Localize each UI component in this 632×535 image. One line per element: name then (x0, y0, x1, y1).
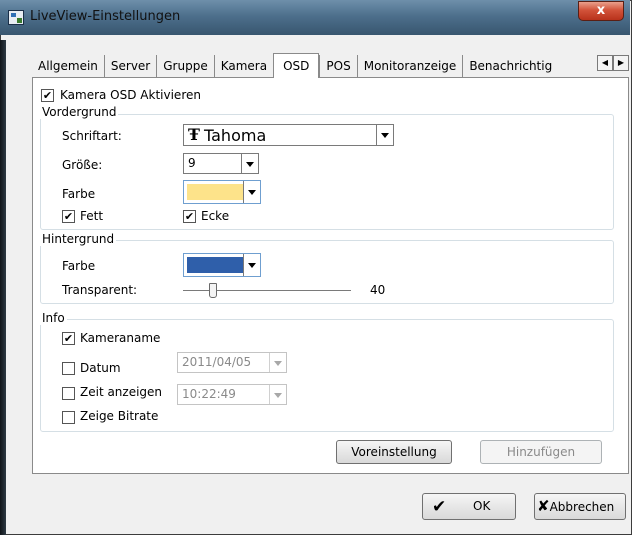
date-select-value: 2011/04/05 (182, 355, 252, 369)
tab-pos[interactable]: POS (319, 55, 356, 77)
time-select-value: 10:22:49 (182, 387, 236, 401)
font-select[interactable]: Ŧ Tahoma (183, 124, 394, 146)
corner-label: Ecke (201, 209, 230, 223)
bitrate-label: Zeige Bitrate (80, 409, 159, 423)
truetype-font-icon: Ŧ (188, 125, 200, 144)
bg-color-label: Farbe (62, 259, 96, 273)
chevron-down-icon[interactable] (241, 154, 258, 173)
background-app-edge (0, 40, 6, 535)
date-select[interactable]: 2011/04/05 (177, 352, 287, 373)
transparency-slider-track[interactable] (183, 290, 351, 291)
tab-gruppe[interactable]: Gruppe (156, 55, 213, 77)
chevron-down-icon[interactable] (269, 353, 286, 372)
bold-checkbox[interactable]: ✔ (62, 210, 75, 223)
size-label: Größe: (62, 158, 103, 172)
tab-benachrichtig[interactable]: Benachrichtig (462, 55, 559, 77)
size-select-value: 9 (188, 156, 196, 170)
size-select[interactable]: 9 (183, 153, 259, 174)
enable-osd-checkbox[interactable]: ✔ (41, 89, 54, 102)
chevron-down-icon[interactable] (376, 125, 393, 145)
tab-allgemein[interactable]: Allgemein (32, 55, 104, 77)
chevron-down-icon[interactable] (243, 181, 260, 203)
fg-color-swatch (187, 184, 243, 200)
checkmark-icon: ✔ (432, 497, 447, 517)
time-label: Zeit anzeigen (80, 385, 163, 399)
corner-checkbox[interactable]: ✔ (183, 210, 196, 223)
tab-scroll-left-icon[interactable]: ◀ (597, 55, 613, 71)
camera-name-checkbox[interactable]: ✔ (62, 332, 75, 345)
fg-color-label: Farbe (62, 187, 96, 201)
chevron-down-icon[interactable] (269, 385, 286, 404)
cancel-button[interactable]: ✘Abbrechen (534, 493, 626, 520)
foreground-group-title: Vordergrund (40, 105, 119, 119)
close-button[interactable]: x (578, 1, 624, 21)
tab-strip: Allgemein Server Gruppe Kamera OSD POS Monitor… (32, 53, 559, 78)
time-checkbox[interactable] (62, 387, 75, 400)
info-group-title: Info (40, 311, 67, 325)
fg-color-picker[interactable] (183, 180, 261, 204)
default-settings-button[interactable]: Voreinstellung (336, 440, 452, 464)
cancel-x-icon: ✘ (537, 497, 550, 515)
title-bar[interactable]: LiveView-Einstellungen x (0, 0, 630, 35)
add-button[interactable]: Hinzufügen (480, 440, 602, 464)
bitrate-checkbox[interactable] (62, 411, 75, 424)
date-checkbox[interactable] (62, 362, 75, 375)
transparency-slider-thumb[interactable] (209, 283, 218, 298)
tab-kamera[interactable]: Kamera (213, 55, 273, 77)
background-group-title: Hintergrund (40, 232, 117, 246)
tab-server[interactable]: Server (103, 55, 156, 77)
tab-osd[interactable]: OSD (273, 53, 320, 78)
bg-color-picker[interactable] (183, 253, 261, 277)
ok-button-label: OK (473, 499, 491, 513)
chevron-down-icon[interactable] (243, 254, 260, 276)
bold-label: Fett (80, 209, 104, 223)
transparent-label: Transparent: (62, 283, 138, 297)
date-label: Datum (80, 361, 121, 375)
bg-color-swatch (187, 257, 243, 273)
window-title: LiveView-Einstellungen (30, 9, 181, 24)
time-select[interactable]: 10:22:49 (177, 384, 287, 405)
app-icon (8, 10, 24, 25)
camera-name-label: Kameraname (80, 331, 161, 345)
font-label: Schriftart: (62, 129, 122, 143)
transparency-value: 40 (370, 283, 386, 297)
tab-monitoranzeige[interactable]: Monitoranzeige (356, 55, 463, 77)
font-select-value: Tahoma (204, 126, 267, 145)
ok-button[interactable]: ✔ OK (422, 493, 516, 520)
enable-osd-label: Kamera OSD Aktivieren (60, 88, 201, 102)
tab-scroll-right-icon[interactable]: ▶ (613, 55, 629, 71)
cancel-button-label: Abbrechen (549, 500, 615, 514)
